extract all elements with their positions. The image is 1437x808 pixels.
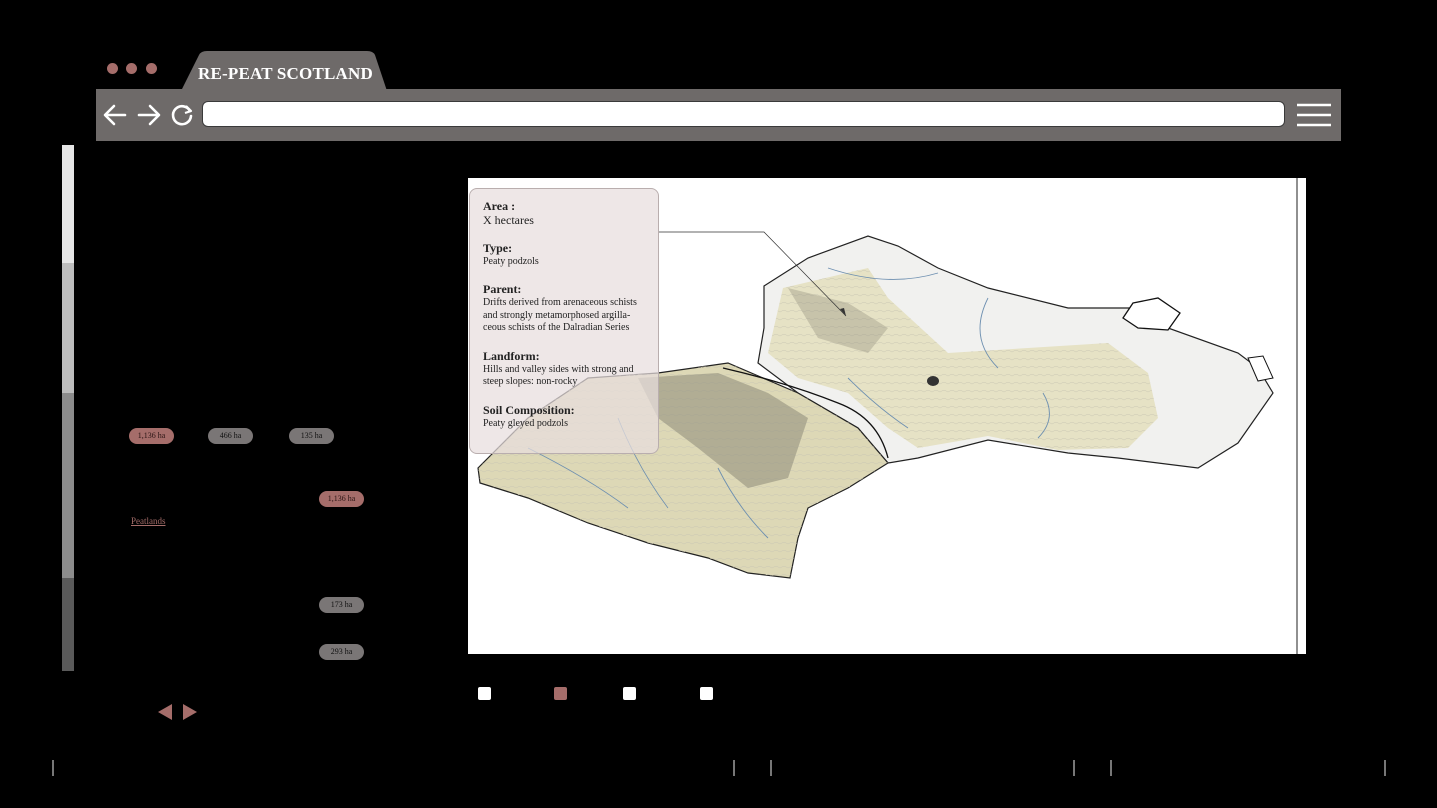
- area-pill-1[interactable]: 1,136 ha: [129, 428, 174, 444]
- legend-toggle-4[interactable]: [700, 687, 713, 700]
- peatland-area-pill[interactable]: 1,136 ha: [319, 491, 364, 507]
- legend-toggle-1[interactable]: [478, 687, 491, 700]
- previous-arrow-icon[interactable]: [156, 703, 174, 721]
- back-arrow-icon[interactable]: [102, 102, 128, 128]
- area-pill-2[interactable]: 466 ha: [208, 428, 253, 444]
- timeline-tick: [52, 760, 54, 776]
- parent-value: Drifts derived from arenaceous schists a…: [483, 297, 637, 333]
- type-label: Type:: [483, 240, 513, 255]
- browser-toolbar: [96, 89, 1341, 141]
- area-pill-173[interactable]: 173 ha: [319, 597, 364, 613]
- timeline-tick: [1073, 760, 1075, 776]
- elevation-scale-bar: [62, 145, 74, 671]
- soil-composition-value: Peaty gleyed podzols: [483, 417, 568, 429]
- hamburger-menu-icon[interactable]: [1296, 102, 1332, 128]
- soil-info-card: Area : X hectares Type: Peaty podzols Pa…: [469, 188, 659, 454]
- next-arrow-icon[interactable]: [181, 703, 199, 721]
- timeline-tick: [770, 760, 772, 776]
- timeline-tick: [1384, 760, 1386, 776]
- soil-composition-label: Soil Composition:: [483, 402, 575, 417]
- timeline-tick: [1110, 760, 1112, 776]
- timeline-tick: [733, 760, 735, 776]
- peatlands-link[interactable]: Peatlands: [131, 516, 166, 526]
- window-dot-maximize[interactable]: [146, 63, 157, 74]
- area-value: X hectares: [483, 213, 534, 227]
- type-value: Peaty podzols: [483, 255, 539, 267]
- legend-toggle-2[interactable]: [554, 687, 567, 700]
- landform-value: Hills and valley sides with strong and s…: [483, 363, 634, 388]
- address-bar[interactable]: [202, 101, 1285, 127]
- forward-arrow-icon[interactable]: [136, 102, 162, 128]
- parent-label: Parent:: [483, 282, 522, 296]
- reload-icon[interactable]: [169, 102, 195, 128]
- area-pill-3[interactable]: 135 ha: [289, 428, 334, 444]
- area-label: Area :: [483, 199, 516, 213]
- window-dot-minimize[interactable]: [126, 63, 137, 74]
- area-pill-293[interactable]: 293 ha: [319, 644, 364, 660]
- tab-title: RE-PEAT SCOTLAND: [198, 64, 373, 83]
- window-dot-close[interactable]: [107, 63, 118, 74]
- landform-label: Landform:: [483, 348, 540, 363]
- browser-tab[interactable]: RE-PEAT SCOTLAND: [181, 51, 387, 91]
- legend-toggle-3[interactable]: [623, 687, 636, 700]
